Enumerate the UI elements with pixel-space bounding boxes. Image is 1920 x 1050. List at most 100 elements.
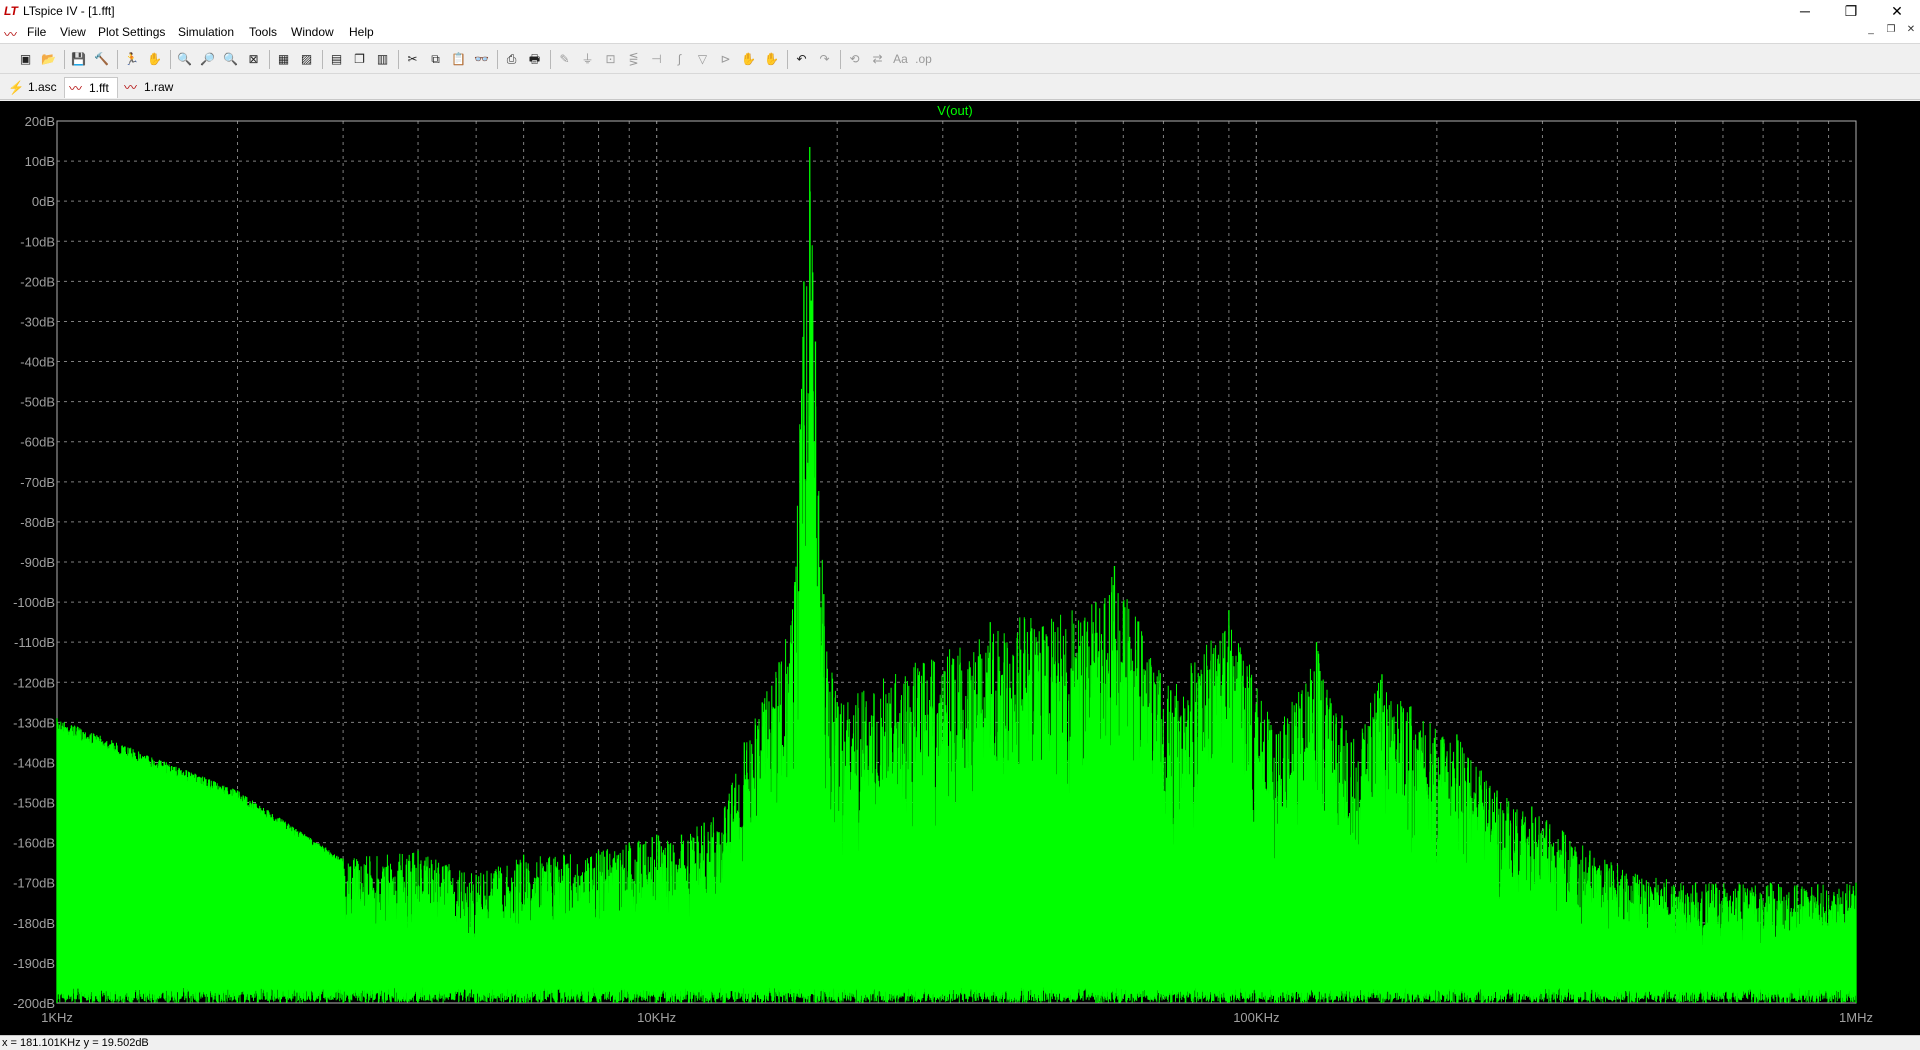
- redo-icon[interactable]: ↷: [815, 50, 834, 69]
- y-tick-label: -120dB: [13, 675, 55, 690]
- open-icon[interactable]: 📂: [39, 50, 58, 69]
- y-tick-label: -30dB: [20, 314, 55, 329]
- y-tick-label: -140dB: [13, 755, 55, 770]
- y-tick-label: -20dB: [20, 274, 55, 289]
- x-tick-label: 1KHz: [41, 1010, 73, 1025]
- label-net-icon[interactable]: ⊡: [601, 50, 620, 69]
- y-tick-label: -130dB: [13, 715, 55, 730]
- halt-icon[interactable]: ✋: [145, 50, 164, 69]
- document-graph-icon[interactable]: 〰: [4, 24, 20, 42]
- text-icon[interactable]: Aa: [891, 50, 910, 69]
- mdi-restore-button[interactable]: ❐: [1882, 24, 1900, 40]
- mdi-close-button[interactable]: ✕: [1902, 24, 1920, 40]
- ltspice-logo-icon: LT: [4, 4, 18, 18]
- tile-vertical-icon[interactable]: ▥: [373, 50, 392, 69]
- x-tick-label: 1MHz: [1839, 1010, 1873, 1025]
- trace-v-out-line[interactable]: [56, 191, 1857, 1004]
- y-tick-label: -40dB: [20, 355, 55, 370]
- y-tick-label: -10dB: [20, 234, 55, 249]
- waveform-icon: 〰: [69, 81, 83, 96]
- menu-tools[interactable]: Tools: [249, 25, 277, 39]
- minimize-button[interactable]: ─: [1782, 0, 1828, 22]
- tab-1-asc[interactable]: ⚡ 1.asc: [4, 77, 62, 98]
- y-tick-label: 20dB: [25, 114, 55, 129]
- toolbar-separator: [117, 50, 118, 69]
- waveform-viewer[interactable]: 20dB 10dB 0dB -10dB -20dB -30dB -40dB -50dB -60d…: [0, 101, 1920, 1035]
- status-bar: x = 181.101KHz y = 19.502dB: [0, 1035, 1920, 1050]
- y-tick-label: -60dB: [20, 435, 55, 450]
- tab-1-raw[interactable]: 〰 1.raw: [120, 77, 176, 98]
- print-preview-icon[interactable]: ⎙: [502, 50, 521, 69]
- y-tick-label: -170dB: [13, 876, 55, 891]
- rotate-icon[interactable]: ⟲: [845, 50, 864, 69]
- restore-button[interactable]: ❐: [1828, 0, 1874, 22]
- copy-icon[interactable]: ⧉: [426, 50, 445, 69]
- menu-view[interactable]: View: [60, 25, 86, 39]
- mark-unref-icon[interactable]: ▨: [297, 50, 316, 69]
- spice-directive-icon[interactable]: .op: [914, 50, 933, 69]
- schematic-icon: ⚡: [8, 80, 25, 95]
- menu-window[interactable]: Window: [291, 25, 334, 39]
- menu-simulation[interactable]: Simulation: [178, 25, 234, 39]
- resistor-icon[interactable]: ⋚: [624, 50, 643, 69]
- toolbar-separator: [550, 50, 551, 69]
- tile-horizontal-icon[interactable]: ▤: [327, 50, 346, 69]
- y-tick-label: 0dB: [32, 194, 55, 209]
- trace-title[interactable]: V(out): [937, 103, 972, 118]
- find-icon[interactable]: 👓: [472, 50, 491, 69]
- cascade-icon[interactable]: ❐: [350, 50, 369, 69]
- wire-icon[interactable]: ✎: [555, 50, 574, 69]
- cursor-readout: x = 181.101KHz y = 19.502dB: [2, 1037, 149, 1049]
- ground-icon[interactable]: ⏚: [578, 50, 597, 69]
- capacitor-icon[interactable]: ⊣: [647, 50, 666, 69]
- toolbar-separator: [322, 50, 323, 69]
- y-tick-label: 10dB: [25, 154, 55, 169]
- y-tick-label: -70dB: [20, 475, 55, 490]
- y-tick-label: -110dB: [14, 635, 55, 650]
- zoom-out-icon[interactable]: 🔍: [221, 50, 240, 69]
- move-icon[interactable]: ✋: [739, 50, 758, 69]
- control-panel-icon[interactable]: 🔨: [92, 50, 111, 69]
- y-axis-labels: 20dB 10dB 0dB -10dB -20dB -30dB -40dB -50dB -60d…: [13, 114, 55, 1011]
- mirror-icon[interactable]: ⇄: [868, 50, 887, 69]
- menu-file[interactable]: File: [27, 25, 46, 39]
- y-tick-label: -50dB: [20, 395, 55, 410]
- tab-label: 1.asc: [28, 80, 57, 94]
- zoom-in-icon[interactable]: 🔍: [175, 50, 194, 69]
- cut-icon[interactable]: ✂: [403, 50, 422, 69]
- tab-label: 1.raw: [144, 80, 174, 94]
- tab-1-fft[interactable]: 〰 1.fft: [64, 77, 118, 98]
- menu-bar: 〰 File View Plot Settings Simulation Too…: [0, 22, 1920, 43]
- mdi-minimize-button[interactable]: _: [1862, 24, 1880, 40]
- undo-icon[interactable]: ↶: [792, 50, 811, 69]
- toolbar-separator: [787, 50, 788, 69]
- print-icon[interactable]: 🖶: [525, 50, 544, 69]
- y-tick-label: -150dB: [13, 796, 55, 811]
- diode-icon[interactable]: ▽: [693, 50, 712, 69]
- menu-plot-settings[interactable]: Plot Settings: [98, 25, 165, 39]
- save-icon[interactable]: 💾: [69, 50, 88, 69]
- drag-icon[interactable]: ✋: [762, 50, 781, 69]
- component-icon[interactable]: ⊳: [716, 50, 735, 69]
- toolbar-separator: [269, 50, 270, 69]
- title-bar: LT LTspice IV - [1.fft] ─ ❐ ✕: [0, 0, 1920, 22]
- paste-icon[interactable]: 📋: [449, 50, 468, 69]
- y-tick-label: -160dB: [13, 836, 55, 851]
- zoom-fit-icon[interactable]: ⊠: [244, 50, 263, 69]
- autorange-icon[interactable]: ▦: [274, 50, 293, 69]
- close-button[interactable]: ✕: [1874, 0, 1920, 22]
- zoom-pan-icon[interactable]: 🔎: [198, 50, 217, 69]
- window-title: LTspice IV - [1.fft]: [23, 4, 115, 18]
- toolbar-separator: [497, 50, 498, 69]
- run-icon[interactable]: 🏃: [122, 50, 141, 69]
- y-tick-label: -180dB: [13, 916, 55, 931]
- toolbar-separator: [840, 50, 841, 69]
- x-axis-labels: 1KHz 10KHz 100KHz 1MHz: [41, 1010, 1873, 1025]
- y-tick-label: -90dB: [20, 555, 55, 570]
- inductor-icon[interactable]: ∫: [670, 50, 689, 69]
- fft-plot[interactable]: 20dB 10dB 0dB -10dB -20dB -30dB -40dB -50dB -60d…: [0, 101, 1920, 1035]
- y-tick-label: -190dB: [13, 956, 55, 971]
- menu-help[interactable]: Help: [349, 25, 374, 39]
- waveform-icon: 〰: [124, 80, 138, 95]
- new-schematic-icon[interactable]: ▣: [16, 50, 35, 69]
